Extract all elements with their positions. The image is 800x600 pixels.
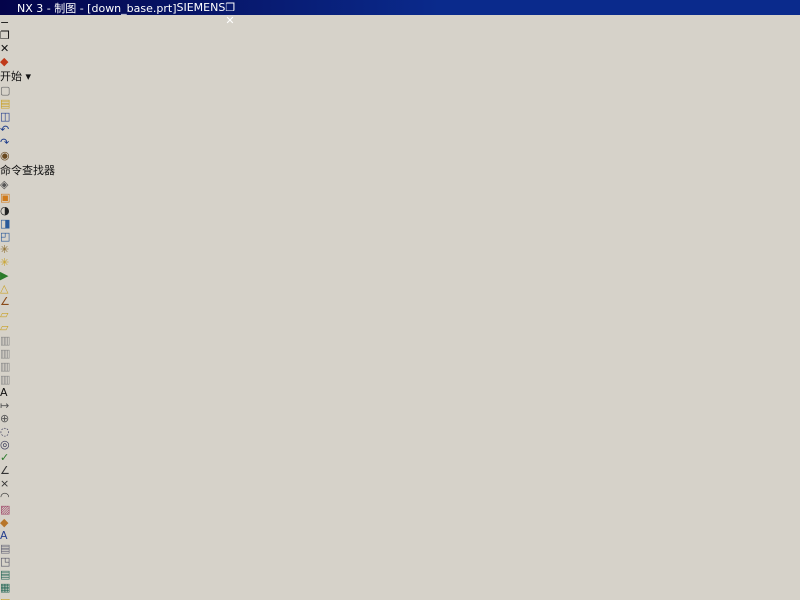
- zoom-label-icon[interactable]: ◎: [0, 438, 800, 451]
- snapshot-a-icon[interactable]: ▥: [0, 334, 800, 347]
- play-icon[interactable]: ▶: [0, 269, 800, 282]
- window-title: NX 3 - 制图 - [down_base.prt]: [17, 0, 176, 16]
- snapshot-b-icon[interactable]: ▥: [0, 347, 800, 360]
- check-icon[interactable]: ✓: [0, 451, 800, 464]
- doc-restore-button[interactable]: ❐: [0, 29, 800, 42]
- cross-icon[interactable]: ×: [0, 477, 800, 490]
- drawing-toolbar: ◳▤▦▭◩▩▣◪⊞◉❋⊠ABC▦△A◑XYZ↻: [0, 555, 800, 600]
- save-icon[interactable]: ◫: [0, 110, 800, 123]
- doc-close-button[interactable]: ✕: [0, 42, 800, 55]
- window-icon[interactable]: ▣: [0, 191, 800, 204]
- annotation-toolbar: ▱▱▥▥▥▥A↦⊕◌◎✓∠×◠▨◆A▤: [0, 308, 800, 555]
- layer-b-icon[interactable]: ▦: [0, 581, 800, 594]
- mail-icon[interactable]: ▭: [0, 594, 800, 600]
- snapshot-d-icon[interactable]: ▥: [0, 373, 800, 386]
- command-finder-icon[interactable]: ◉: [0, 149, 800, 162]
- note-a-icon[interactable]: ▱: [0, 308, 800, 321]
- standard-toolbar: ◆开始 ▾▢▤◫↶↷◉命令查找器◈▣◑◨◰✳✳▶△∠: [0, 55, 800, 308]
- layer-a-icon[interactable]: ▤: [0, 568, 800, 581]
- siemens-brand: SIEMENS: [176, 1, 225, 14]
- sheet-format-icon[interactable]: ▤: [0, 542, 800, 555]
- gear-a-icon[interactable]: ✳: [0, 243, 800, 256]
- gear-b-icon[interactable]: ✳: [0, 256, 800, 269]
- palette-icon[interactable]: ◆: [0, 516, 800, 529]
- note-b-icon[interactable]: ▱: [0, 321, 800, 334]
- balloon-icon[interactable]: ⊕: [0, 412, 800, 425]
- angle-icon[interactable]: ∠: [0, 295, 800, 308]
- leader-icon[interactable]: ↦: [0, 399, 800, 412]
- touch-select-icon[interactable]: ◈: [0, 178, 800, 191]
- measure-icon[interactable]: △: [0, 282, 800, 295]
- start-button[interactable]: 开始 ▾: [0, 68, 800, 84]
- zoom-icon[interactable]: ◌: [0, 425, 800, 438]
- close-button[interactable]: ✕: [225, 14, 235, 27]
- title-window-controls: − ❐ ✕: [225, 0, 235, 27]
- hatch-icon[interactable]: ▨: [0, 503, 800, 516]
- display-mode-icon[interactable]: ◑: [0, 204, 800, 217]
- doc-minimize-button[interactable]: −: [0, 16, 800, 29]
- nx-logo-icon[interactable]: ◆: [0, 55, 800, 68]
- app-icon[interactable]: [3, 2, 14, 13]
- snapshot-c-icon[interactable]: ▥: [0, 360, 800, 373]
- title-bar: NX 3 - 制图 - [down_base.prt] SIEMENS − ❐ …: [0, 0, 800, 15]
- command-finder-label[interactable]: 命令查找器: [0, 162, 800, 178]
- new-file-icon[interactable]: ▢: [0, 84, 800, 97]
- font-icon[interactable]: A: [0, 529, 800, 542]
- open-file-icon[interactable]: ▤: [0, 97, 800, 110]
- slope-icon[interactable]: ∠: [0, 464, 800, 477]
- datum-grid-icon[interactable]: ◳: [0, 555, 800, 568]
- text-icon[interactable]: A: [0, 386, 800, 399]
- restore-button[interactable]: ❐: [225, 1, 235, 14]
- bookmark-icon[interactable]: ◨: [0, 217, 800, 230]
- arc-leader-icon[interactable]: ◠: [0, 490, 800, 503]
- nx-application-window: NX 3 - 制图 - [down_base.prt] SIEMENS − ❐ …: [0, 0, 800, 600]
- catalog-icon[interactable]: ◰: [0, 230, 800, 243]
- redo-icon[interactable]: ↷: [0, 136, 800, 149]
- undo-icon[interactable]: ↶: [0, 123, 800, 136]
